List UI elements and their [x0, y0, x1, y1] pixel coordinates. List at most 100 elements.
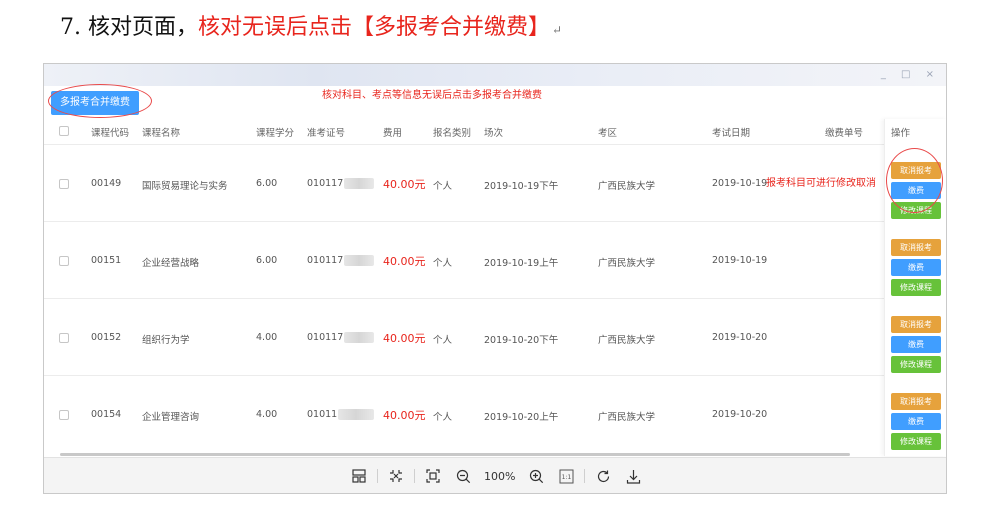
highlight-circle-merge	[48, 84, 152, 118]
header-payno: 缴费单号	[825, 128, 864, 139]
cell-name: 组织行为学	[142, 335, 190, 346]
ticket-number: 010117	[307, 178, 344, 189]
table-row[interactable]: 00152 组织行为学 4.00 010117 40.00元 个人 2019-1…	[44, 298, 884, 376]
window-controls[interactable]: _ □ ×	[881, 69, 940, 80]
cell-fee: 40.00元	[383, 332, 426, 345]
cell-fee: 40.00元	[383, 409, 426, 422]
table-row[interactable]: 00154 企业管理咨询 4.00 01011 40.00元 个人 2019-1…	[44, 375, 884, 453]
cell-area: 广西民族大学	[598, 335, 656, 346]
annotation-top: 核对科目、考点等信息无误后点击多报考合并缴费	[322, 90, 542, 101]
cell-ticket: 010117	[307, 255, 375, 266]
header-type: 报名类别	[433, 128, 472, 139]
redacted-mask	[344, 255, 375, 266]
header-area: 考区	[598, 128, 618, 139]
pay-button[interactable]: 缴费	[891, 336, 941, 353]
cell-credit: 6.00	[256, 255, 278, 266]
redacted-mask	[344, 178, 375, 189]
zoom-in-icon[interactable]	[527, 467, 545, 485]
redacted-mask	[344, 332, 375, 343]
cell-fee: 40.00元	[383, 255, 426, 268]
zoom-level: 100%	[484, 469, 516, 483]
ticket-number: 010117	[307, 332, 344, 343]
modify-course-button[interactable]: 修改课程	[891, 433, 941, 450]
header-name: 课程名称	[142, 128, 181, 139]
cancel-exam-button[interactable]: 取消报考	[891, 393, 941, 410]
cell-code: 00154	[91, 409, 122, 420]
cell-code: 00152	[91, 332, 122, 343]
cell-ticket: 010117	[307, 332, 375, 343]
instruction-highlight: 核对无误后点击【多报考合并缴费】	[197, 15, 550, 40]
row-checkbox[interactable]	[59, 256, 69, 266]
cancel-exam-button[interactable]: 取消报考	[891, 239, 941, 256]
cell-fee: 40.00元	[383, 178, 426, 191]
cell-name: 国际贸易理论与实务	[142, 181, 228, 192]
horizontal-scrollbar[interactable]	[60, 453, 850, 456]
row-checkbox[interactable]	[59, 333, 69, 343]
row-checkbox[interactable]	[59, 410, 69, 420]
annotation-side: 报考科目可进行修改取消	[766, 178, 876, 189]
pay-button[interactable]: 缴费	[891, 413, 941, 430]
cell-credit: 4.00	[256, 409, 278, 420]
highlight-circle-ops	[886, 148, 943, 213]
cell-session: 2019-10-19下午	[484, 181, 559, 192]
table-row[interactable]: 00149 国际贸易理论与实务 6.00 010117 40.00元 个人 20…	[44, 144, 884, 222]
instruction-prefix: 7. 核对页面，	[60, 15, 198, 40]
cell-date: 2019-10-20	[712, 332, 768, 343]
cell-credit: 4.00	[256, 332, 278, 343]
viewer-toolbar: 100% 1:1	[44, 457, 946, 493]
toolbar-divider	[414, 469, 415, 483]
row-checkbox[interactable]	[59, 179, 69, 189]
cell-area: 广西民族大学	[598, 258, 656, 269]
select-all-checkbox[interactable]	[59, 126, 69, 136]
cell-code: 00149	[91, 178, 122, 189]
instruction-line: 7. 核对页面，核对无误后点击【多报考合并缴费】 ↵	[60, 10, 562, 46]
toolbar-divider	[377, 469, 378, 483]
cell-name: 企业管理咨询	[142, 412, 200, 423]
return-mark: ↵	[552, 23, 563, 37]
table-header: 课程代码 课程名称 课程学分 准考证号 费用 报名类别 场次 考区 考试日期 缴…	[44, 119, 884, 143]
rotate-icon[interactable]	[594, 467, 612, 485]
cell-type: 个人	[433, 335, 453, 346]
header-credit: 课程学分	[256, 128, 295, 139]
table-row[interactable]: 00151 企业经营战略 6.00 010117 40.00元 个人 2019-…	[44, 221, 884, 299]
cancel-exam-button[interactable]: 取消报考	[891, 316, 941, 333]
original-size-icon[interactable]: 1:1	[557, 467, 575, 485]
toolbar-divider	[584, 469, 586, 483]
screenshot-viewer: _ □ × 多报考合并缴费 核对科目、考点等信息无误后点击多报考合并缴费 课程代…	[43, 63, 947, 494]
header-session: 场次	[484, 128, 504, 139]
cell-ticket: 010117	[307, 178, 375, 189]
cell-date: 2019-10-20	[712, 409, 768, 420]
cell-area: 广西民族大学	[598, 181, 656, 192]
header-code: 课程代码	[91, 128, 130, 139]
cell-type: 个人	[433, 412, 453, 423]
cell-code: 00151	[91, 255, 122, 266]
zoom-out-icon[interactable]	[454, 467, 472, 485]
original-size-label: 1:1	[562, 474, 572, 481]
download-icon[interactable]	[624, 467, 642, 485]
header-date: 考试日期	[712, 128, 751, 139]
cell-date: 2019-10-19	[712, 255, 768, 266]
fit-screen-icon[interactable]	[424, 467, 442, 485]
header-fee: 费用	[383, 128, 403, 139]
cell-ticket: 01011	[307, 409, 375, 420]
ticket-number: 01011	[307, 409, 338, 420]
cell-session: 2019-10-20下午	[484, 335, 559, 346]
cell-session: 2019-10-20上午	[484, 412, 559, 423]
modify-course-button[interactable]: 修改课程	[891, 279, 941, 296]
cell-type: 个人	[433, 258, 453, 269]
layout-icon[interactable]	[350, 467, 368, 485]
shrink-icon[interactable]	[387, 467, 405, 485]
blurred-header	[44, 64, 946, 86]
cell-credit: 6.00	[256, 178, 278, 189]
header-ops: 操作	[891, 128, 911, 139]
cell-name: 企业经营战略	[142, 258, 200, 269]
pay-button[interactable]: 缴费	[891, 259, 941, 276]
cell-area: 广西民族大学	[598, 412, 656, 423]
cell-type: 个人	[433, 181, 453, 192]
cell-date: 2019-10-19	[712, 178, 768, 189]
modify-course-button[interactable]: 修改课程	[891, 356, 941, 373]
header-ticket: 准考证号	[307, 128, 346, 139]
ticket-number: 010117	[307, 255, 344, 266]
redacted-mask	[338, 409, 375, 420]
cell-session: 2019-10-19上午	[484, 258, 559, 269]
